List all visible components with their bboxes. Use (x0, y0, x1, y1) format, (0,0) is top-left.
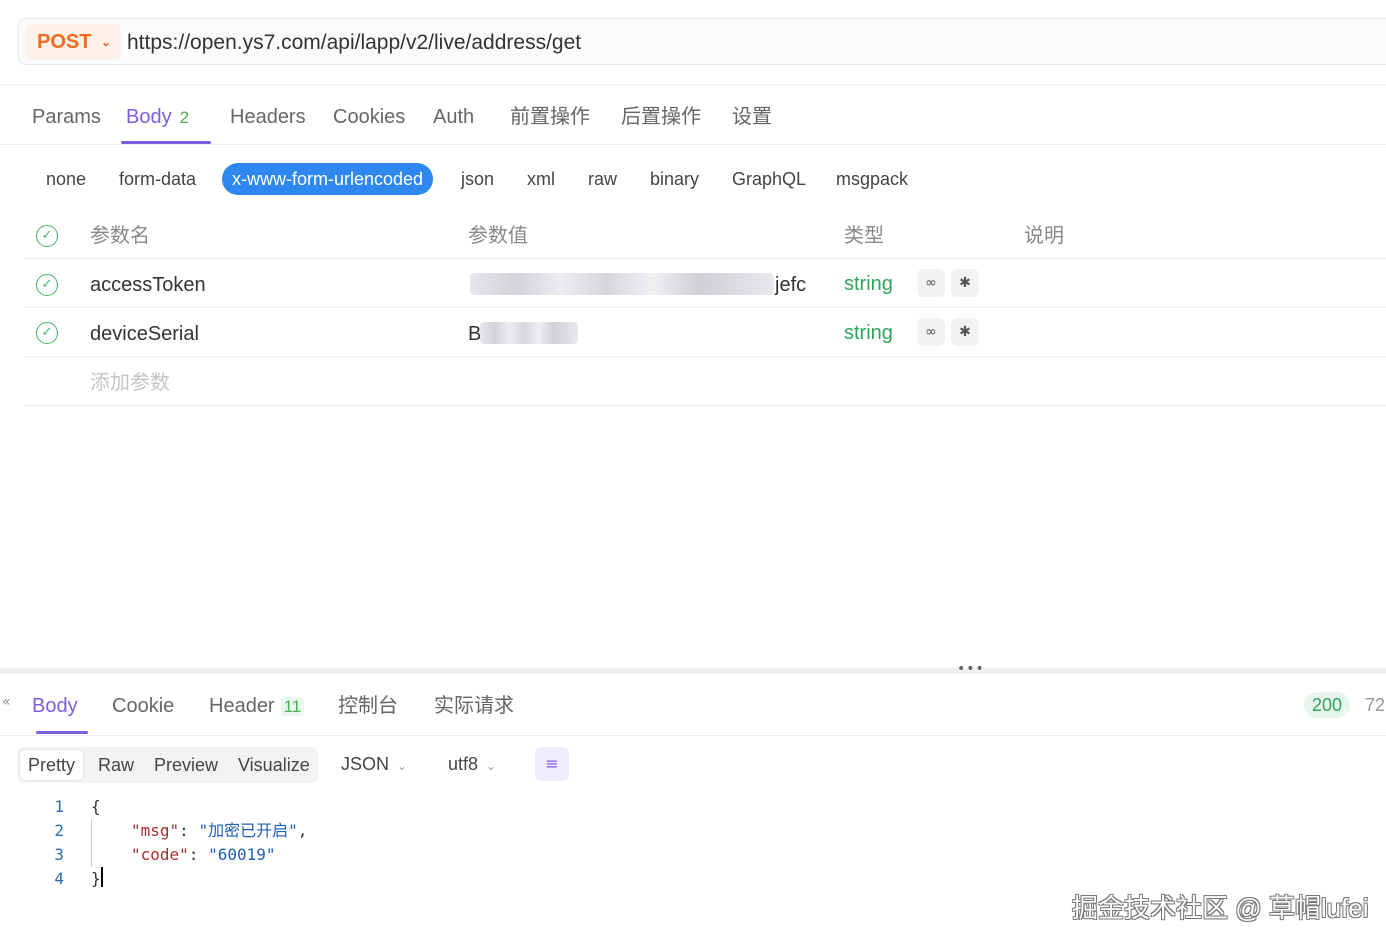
code-line-3[interactable]: "code": "60019" (131, 843, 276, 867)
indent-guide (91, 819, 92, 867)
body-type-form-data[interactable]: form-data (119, 163, 196, 195)
method-select[interactable]: POST ⌄ (25, 24, 121, 60)
watermark: 掘金技术社区 @ 草帽lufei (1072, 893, 1369, 923)
line-number: 3 (54, 845, 64, 864)
tab-params[interactable]: Params (32, 100, 101, 134)
code-line-2[interactable]: "msg": "加密已开启", (131, 819, 307, 843)
required-asterisk-icon[interactable]: ✱ (951, 269, 979, 297)
row-checkbox-device-serial[interactable]: ✓ (36, 322, 58, 344)
divider (24, 307, 1386, 308)
tab-headers[interactable]: Headers (230, 100, 306, 134)
body-type-none[interactable]: none (46, 163, 86, 195)
response-size: 72 (1365, 695, 1386, 715)
header-param-type: 类型 (844, 225, 884, 247)
tab-auth[interactable]: Auth (433, 100, 474, 134)
tab-body-count: 2 (179, 108, 190, 127)
code-line-4[interactable]: } (91, 867, 103, 891)
encoding-select[interactable]: utf8 ⌄ (448, 749, 496, 781)
url-input[interactable]: https://open.ys7.com/api/lapp/v2/live/ad… (127, 19, 581, 66)
panel-splitter[interactable] (0, 668, 1386, 674)
select-all-checkbox[interactable]: ✓ (36, 225, 58, 247)
chevron-down-icon: ⌄ (486, 759, 497, 773)
divider (0, 84, 1386, 85)
collapse-icon[interactable]: « (2, 694, 11, 710)
response-tab-body[interactable]: Body (32, 690, 78, 722)
redacted-value (480, 322, 578, 344)
divider (24, 356, 1386, 357)
header-param-value: 参数值 (468, 225, 528, 247)
line-number: 4 (54, 869, 64, 888)
param-type-access-token[interactable]: string (844, 269, 893, 299)
tab-body[interactable]: Body 2 (126, 100, 189, 135)
param-name-device-serial[interactable]: deviceSerial (90, 319, 199, 349)
link-icon[interactable]: ∞ (917, 318, 945, 346)
body-type-urlencoded[interactable]: x-www-form-urlencoded (222, 163, 434, 195)
active-tab-indicator (36, 731, 88, 734)
header-param-desc: 说明 (1024, 225, 1064, 247)
response-tab-cookie[interactable]: Cookie (112, 690, 174, 722)
view-mode-visualize[interactable]: Visualize (238, 747, 310, 783)
add-param-input[interactable]: 添加参数 (90, 368, 170, 398)
method-label: POST (37, 31, 92, 53)
url-bar: POST ⌄ https://open.ys7.com/api/lapp/v2/… (18, 18, 1386, 65)
divider (24, 258, 1386, 259)
required-asterisk-icon[interactable]: ✱ (951, 318, 979, 346)
redacted-value (470, 273, 774, 295)
divider (24, 405, 1386, 406)
tab-cookies[interactable]: Cookies (333, 100, 405, 134)
chevron-down-icon: ⌄ (101, 35, 112, 49)
format-select[interactable]: JSON ⌄ (341, 749, 407, 781)
view-mode-pretty[interactable]: Pretty (20, 750, 84, 780)
param-name-access-token[interactable]: accessToken (90, 270, 206, 300)
word-wrap-icon[interactable]: ≡ (535, 747, 569, 781)
body-type-raw[interactable]: raw (588, 163, 617, 195)
view-mode-raw[interactable]: Raw (98, 747, 134, 783)
body-type-binary[interactable]: binary (650, 163, 699, 195)
header-param-name: 参数名 (90, 225, 150, 247)
tab-settings[interactable]: 设置 (732, 100, 772, 134)
body-type-json[interactable]: json (461, 163, 494, 195)
line-number: 2 (54, 821, 64, 840)
body-type-msgpack[interactable]: msgpack (836, 163, 908, 195)
param-value-access-token[interactable]: jefc (775, 270, 806, 300)
chevron-down-icon: ⌄ (397, 759, 408, 773)
body-type-xml[interactable]: xml (527, 163, 555, 195)
view-mode-preview[interactable]: Preview (154, 747, 218, 783)
code-line-1[interactable]: { (91, 795, 101, 819)
drag-handle-icon[interactable]: ••• (957, 661, 985, 677)
response-tab-header[interactable]: Header 11 (209, 690, 305, 723)
divider (0, 144, 1386, 145)
divider (0, 735, 1386, 736)
link-icon[interactable]: ∞ (917, 269, 945, 297)
response-tab-actual-request[interactable]: 实际请求 (434, 690, 514, 722)
status-badge: 200 (1304, 692, 1351, 718)
row-checkbox-access-token[interactable]: ✓ (36, 274, 58, 296)
tab-post-processors[interactable]: 后置操作 (621, 100, 701, 134)
body-type-graphql[interactable]: GraphQL (732, 163, 806, 195)
response-header-count: 11 (280, 697, 305, 716)
line-number: 1 (54, 797, 64, 816)
param-type-device-serial[interactable]: string (844, 318, 893, 348)
tab-pre-processors[interactable]: 前置操作 (510, 100, 590, 134)
text-cursor (100, 867, 103, 887)
response-tab-console[interactable]: 控制台 (338, 690, 398, 722)
